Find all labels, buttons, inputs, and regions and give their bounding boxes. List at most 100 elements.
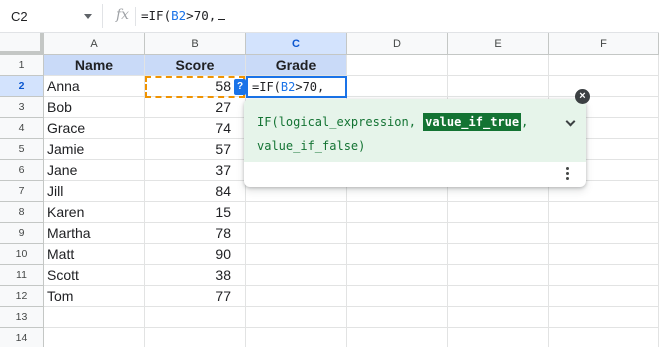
- chevron-down-icon[interactable]: [84, 14, 92, 19]
- column-header-c[interactable]: C: [246, 33, 347, 55]
- chevron-down-icon[interactable]: [565, 116, 576, 127]
- column-header-d[interactable]: D: [347, 33, 448, 55]
- row-header-11[interactable]: 11: [0, 265, 44, 286]
- cell-e10[interactable]: [448, 244, 549, 265]
- cell-e13[interactable]: [448, 307, 549, 328]
- select-all-corner[interactable]: [0, 33, 44, 55]
- close-icon[interactable]: ×: [575, 89, 590, 104]
- cell-d1[interactable]: [347, 55, 448, 76]
- cell-f1[interactable]: [549, 55, 659, 76]
- cell-a4[interactable]: Grace: [44, 118, 145, 139]
- formula-text-prefix: =IF(: [141, 8, 172, 23]
- cell-e2[interactable]: [448, 76, 549, 97]
- cell-a13[interactable]: [44, 307, 145, 328]
- text-cursor: [218, 19, 226, 20]
- formula-input[interactable]: =IF(B2>70,: [141, 8, 226, 23]
- row-header-3[interactable]: 3: [0, 97, 44, 118]
- cell-c8[interactable]: [246, 202, 347, 223]
- cell-b14[interactable]: [145, 328, 246, 347]
- cell-b7[interactable]: 84: [145, 181, 246, 202]
- cell-e1[interactable]: [448, 55, 549, 76]
- cell-b10[interactable]: 90: [145, 244, 246, 265]
- cell-b13[interactable]: [145, 307, 246, 328]
- cell-e14[interactable]: [448, 328, 549, 347]
- cell-d9[interactable]: [347, 223, 448, 244]
- cell-b12[interactable]: 77: [145, 286, 246, 307]
- cell-c1[interactable]: Grade: [246, 55, 347, 76]
- cell-c12[interactable]: [246, 286, 347, 307]
- cell-c11[interactable]: [246, 265, 347, 286]
- cell-b5[interactable]: 57: [145, 139, 246, 160]
- row-header-5[interactable]: 5: [0, 139, 44, 160]
- active-argument: value_if_true: [423, 113, 522, 131]
- cell-c9[interactable]: [246, 223, 347, 244]
- column-header-f[interactable]: F: [549, 33, 659, 55]
- cell-f12[interactable]: [549, 286, 659, 307]
- cell-f14[interactable]: [549, 328, 659, 347]
- cell-d2[interactable]: [347, 76, 448, 97]
- cell-a14[interactable]: [44, 328, 145, 347]
- column-header-a[interactable]: A: [44, 33, 145, 55]
- row-header-13[interactable]: 13: [0, 307, 44, 328]
- cell-a8[interactable]: Karen: [44, 202, 145, 223]
- cell-b3[interactable]: 27: [145, 97, 246, 118]
- row-header-6[interactable]: 6: [0, 160, 44, 181]
- cell-e8[interactable]: [448, 202, 549, 223]
- cell-a5[interactable]: Jamie: [44, 139, 145, 160]
- fx-icon: fx: [116, 7, 130, 23]
- cell-c13[interactable]: [246, 307, 347, 328]
- cell-a12[interactable]: Tom: [44, 286, 145, 307]
- cell-b1[interactable]: Score: [145, 55, 246, 76]
- cell-e11[interactable]: [448, 265, 549, 286]
- signature-start: IF(logical_expression,: [257, 115, 424, 129]
- cell-d10[interactable]: [347, 244, 448, 265]
- cell-a10[interactable]: Matt: [44, 244, 145, 265]
- formula-signature-panel: IF(logical_expression, value_if_true, va…: [244, 99, 586, 162]
- row-header-8[interactable]: 8: [0, 202, 44, 223]
- cell-f2[interactable]: [549, 76, 659, 97]
- cell-a11[interactable]: Scott: [44, 265, 145, 286]
- cell-f8[interactable]: [549, 202, 659, 223]
- row-header-2[interactable]: 2: [0, 76, 44, 97]
- cell-b9[interactable]: 78: [145, 223, 246, 244]
- cell-d14[interactable]: [347, 328, 448, 347]
- row-header-12[interactable]: 12: [0, 286, 44, 307]
- cell-b6[interactable]: 37: [145, 160, 246, 181]
- formula-help-icon[interactable]: ?: [234, 79, 246, 95]
- column-header-e[interactable]: E: [448, 33, 549, 55]
- reference-highlight-b2: [145, 76, 245, 98]
- row-header-1[interactable]: 1: [0, 55, 44, 76]
- cell-a6[interactable]: Jane: [44, 160, 145, 181]
- cell-e12[interactable]: [448, 286, 549, 307]
- cell-f11[interactable]: [549, 265, 659, 286]
- row-header-10[interactable]: 10: [0, 244, 44, 265]
- name-box[interactable]: C2: [0, 4, 103, 28]
- cell-c10[interactable]: [246, 244, 347, 265]
- cell-f13[interactable]: [549, 307, 659, 328]
- cell-f10[interactable]: [549, 244, 659, 265]
- cell-a7[interactable]: Jill: [44, 181, 145, 202]
- cell-f9[interactable]: [549, 223, 659, 244]
- cell-b4[interactable]: 74: [145, 118, 246, 139]
- column-header-b[interactable]: B: [145, 33, 246, 55]
- cell-a9[interactable]: Martha: [44, 223, 145, 244]
- cell-c14[interactable]: [246, 328, 347, 347]
- cell-d13[interactable]: [347, 307, 448, 328]
- cell-b8[interactable]: 15: [145, 202, 246, 223]
- cell-d12[interactable]: [347, 286, 448, 307]
- editor-suffix: >70,: [295, 80, 325, 94]
- row-header-14[interactable]: 14: [0, 328, 44, 347]
- cell-b11[interactable]: 38: [145, 265, 246, 286]
- cell-a3[interactable]: Bob: [44, 97, 145, 118]
- more-vert-icon[interactable]: [566, 167, 570, 181]
- cell-d11[interactable]: [347, 265, 448, 286]
- cell-d8[interactable]: [347, 202, 448, 223]
- cell-a2[interactable]: Anna: [44, 76, 145, 97]
- row-header-9[interactable]: 9: [0, 223, 44, 244]
- row-header-4[interactable]: 4: [0, 118, 44, 139]
- cell-editor-c2[interactable]: =IF(B2>70,: [246, 76, 347, 98]
- formula-help-popup: IF(logical_expression, value_if_true, va…: [244, 99, 586, 187]
- cell-a1[interactable]: Name: [44, 55, 145, 76]
- cell-e9[interactable]: [448, 223, 549, 244]
- row-header-7[interactable]: 7: [0, 181, 44, 202]
